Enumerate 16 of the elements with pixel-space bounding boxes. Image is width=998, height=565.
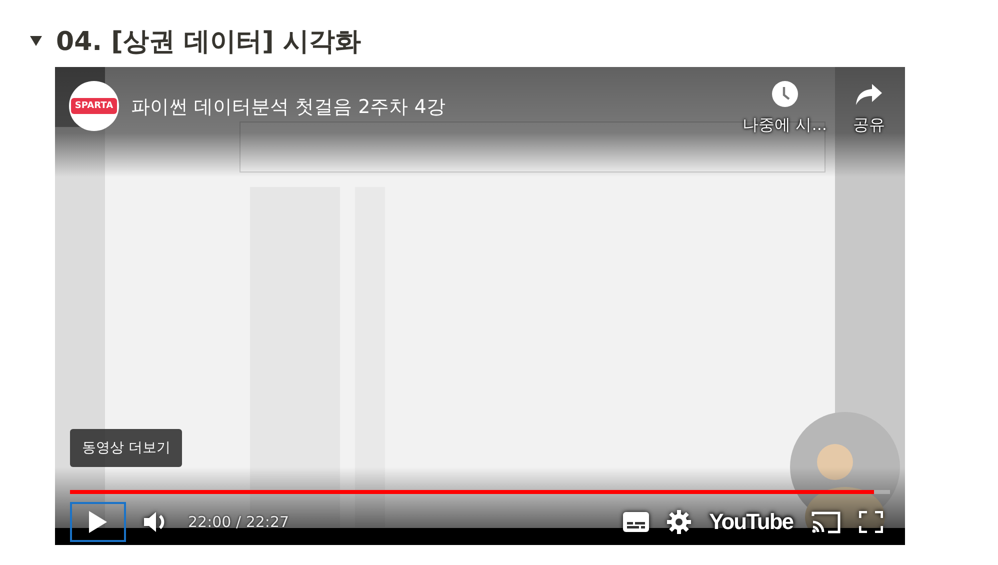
- clock-icon: [772, 81, 798, 107]
- fullscreen-icon[interactable]: [859, 511, 883, 533]
- subtitles-icon[interactable]: [623, 512, 650, 532]
- section-title: 04. [상권 데이터] 시각화: [56, 26, 361, 58]
- cast-icon[interactable]: [811, 510, 841, 534]
- overlay-action-button[interactable]: 공유: [853, 81, 885, 136]
- youtube-logo[interactable]: YouTube: [709, 509, 793, 535]
- toggle-icon[interactable]: [30, 36, 42, 46]
- overlay-action-button[interactable]: 나중에 시...: [742, 81, 827, 136]
- share-icon: [856, 81, 882, 107]
- play-icon: [89, 511, 107, 533]
- time-display: 22:00 / 22:27: [188, 513, 290, 531]
- video-title[interactable]: 파이썬 데이터분석 첫걸음 2주차 4강: [131, 94, 743, 120]
- play-button[interactable]: [70, 502, 126, 542]
- more-videos-button[interactable]: 동영상 더보기: [70, 429, 182, 467]
- settings-icon[interactable]: [667, 510, 692, 534]
